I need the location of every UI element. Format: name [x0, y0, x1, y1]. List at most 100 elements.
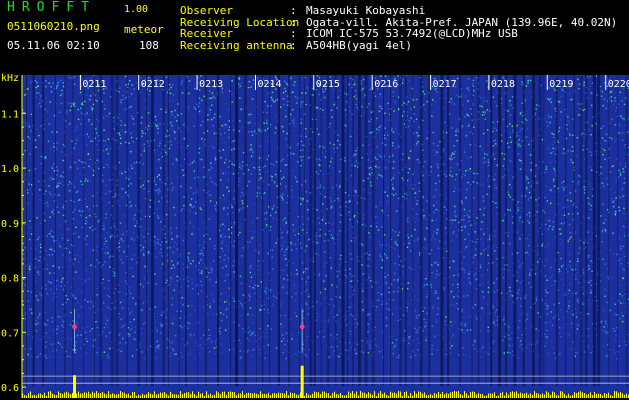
noise-dot — [182, 338, 184, 340]
noise-dot — [170, 123, 173, 125]
noise-dot — [294, 273, 296, 275]
noise-dot — [339, 341, 342, 343]
noise-dot — [172, 348, 174, 350]
noise-dot — [336, 354, 338, 357]
noise-dot — [480, 356, 483, 358]
noise-dot — [507, 334, 510, 336]
noise-dot — [619, 317, 621, 320]
noise-dot — [208, 329, 210, 331]
noise-dot — [249, 121, 251, 123]
noise-dot — [554, 283, 556, 286]
noise-dot — [545, 322, 547, 324]
noise-dot — [224, 141, 226, 144]
noise-dot — [434, 336, 436, 338]
noise-dot — [475, 280, 478, 282]
noise-dot — [166, 200, 169, 203]
noise-dot — [496, 246, 498, 249]
noise-dot — [596, 300, 598, 302]
noise-dot — [198, 152, 200, 154]
noise-dot — [416, 213, 418, 215]
noise-dot — [354, 190, 357, 192]
noise-dot — [560, 119, 562, 121]
noise-dot — [340, 254, 342, 257]
noise-dot — [203, 306, 205, 308]
noise-dot — [251, 355, 253, 357]
noise-dot — [550, 202, 552, 205]
noise-dot — [337, 96, 339, 99]
noise-dot — [589, 75, 591, 78]
noise-dot — [395, 339, 398, 341]
noise-dot — [85, 178, 87, 180]
noise-dot — [165, 316, 167, 319]
noise-dot — [545, 342, 547, 344]
noise-dot — [270, 328, 272, 330]
noise-dot — [354, 274, 356, 277]
noise-dot — [233, 271, 235, 273]
noise-dot — [46, 293, 48, 295]
noise-dot — [52, 178, 54, 180]
noise-dot — [494, 101, 496, 103]
noise-dot — [583, 186, 585, 188]
noise-dot — [96, 159, 98, 161]
noise-dot — [470, 183, 472, 186]
noise-dot — [49, 337, 51, 339]
noise-dot — [606, 355, 608, 357]
noise-dot — [492, 195, 495, 197]
noise-dot — [171, 297, 174, 300]
noise-dot — [136, 161, 138, 163]
noise-dot — [614, 330, 616, 332]
noise-dot — [60, 316, 62, 318]
noise-dot — [454, 219, 456, 221]
noise-dot — [507, 209, 509, 211]
noise-dot — [44, 157, 47, 159]
noise-dot — [549, 121, 551, 124]
noise-dot — [161, 229, 163, 231]
noise-dot — [297, 350, 300, 352]
noise-dot — [464, 116, 466, 118]
noise-dot — [209, 194, 212, 197]
noise-dot — [467, 78, 470, 80]
noise-dot — [24, 318, 26, 320]
noise-dot — [622, 195, 624, 197]
noise-dot — [621, 267, 624, 269]
noise-dot — [57, 182, 59, 184]
noise-dot — [250, 173, 253, 175]
noise-dot — [108, 296, 111, 298]
noise-dot — [143, 147, 146, 149]
noise-dot — [79, 255, 82, 257]
noise-dot — [52, 209, 55, 211]
noise-dot — [240, 356, 243, 358]
noise-dot — [488, 245, 490, 248]
noise-dot — [436, 273, 438, 275]
noise-dot — [494, 139, 497, 141]
noise-dot — [87, 326, 89, 328]
noise-dot — [495, 303, 498, 305]
noise-dot — [329, 257, 332, 259]
noise-dot — [302, 155, 304, 158]
noise-dot — [122, 262, 124, 264]
noise-dot — [233, 260, 235, 262]
noise-dot — [619, 174, 622, 176]
noise-dot — [66, 110, 68, 112]
noise-dot — [144, 357, 146, 360]
noise-dot — [595, 283, 597, 285]
noise-dot — [378, 166, 380, 169]
noise-dot — [369, 340, 371, 343]
noise-dot — [361, 256, 363, 258]
noise-dot — [107, 306, 109, 309]
noise-dot — [84, 198, 86, 200]
noise-dot — [206, 313, 209, 315]
noise-dot — [569, 192, 571, 194]
noise-dot — [613, 165, 615, 167]
noise-dot — [62, 326, 65, 328]
noise-dot — [290, 77, 292, 79]
noise-dot — [535, 199, 537, 201]
observer-value: Masayuki Kobayashi — [306, 4, 426, 17]
noise-dot — [307, 218, 309, 220]
noise-dot — [34, 139, 37, 141]
noise-dot — [221, 351, 223, 353]
noise-dot — [567, 116, 569, 118]
noise-dot — [181, 356, 184, 358]
noise-dot — [560, 257, 562, 260]
noise-dot — [49, 101, 51, 103]
